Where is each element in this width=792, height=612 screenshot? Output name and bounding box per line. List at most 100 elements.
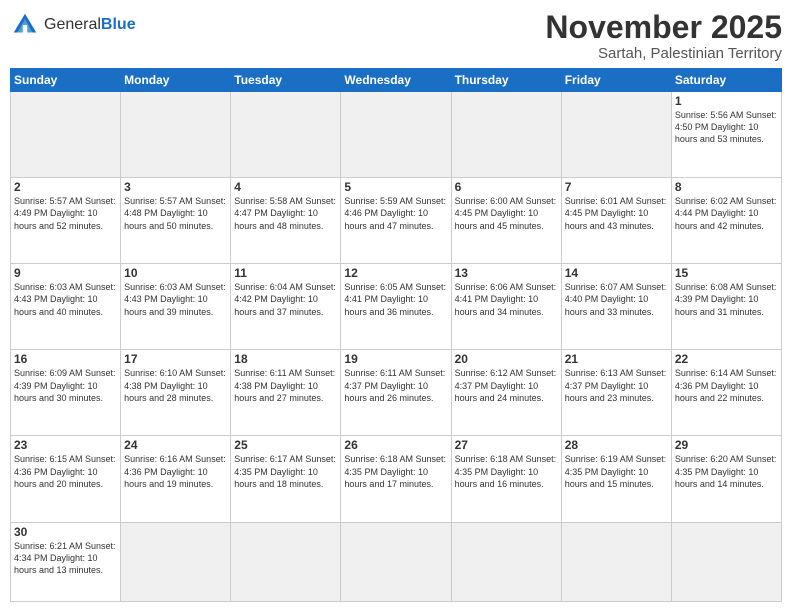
header-wednesday: Wednesday <box>341 69 451 92</box>
table-row: 5Sunrise: 5:59 AM Sunset: 4:46 PM Daylig… <box>341 178 451 264</box>
header-sunday: Sunday <box>11 69 121 92</box>
day-info: Sunrise: 6:05 AM Sunset: 4:41 PM Dayligh… <box>344 281 447 317</box>
day-number: 21 <box>565 352 668 366</box>
table-row <box>671 522 781 602</box>
calendar-table: Sunday Monday Tuesday Wednesday Thursday… <box>10 68 782 602</box>
weekday-header-row: Sunday Monday Tuesday Wednesday Thursday… <box>11 69 782 92</box>
day-info: Sunrise: 6:11 AM Sunset: 4:37 PM Dayligh… <box>344 367 447 403</box>
table-row <box>451 522 561 602</box>
table-row: 20Sunrise: 6:12 AM Sunset: 4:37 PM Dayli… <box>451 350 561 436</box>
day-info: Sunrise: 6:01 AM Sunset: 4:45 PM Dayligh… <box>565 195 668 231</box>
table-row: 28Sunrise: 6:19 AM Sunset: 4:35 PM Dayli… <box>561 436 671 522</box>
day-info: Sunrise: 6:18 AM Sunset: 4:35 PM Dayligh… <box>455 453 558 489</box>
day-number: 27 <box>455 438 558 452</box>
day-number: 11 <box>234 266 337 280</box>
page: GeneralBlue November 2025 Sartah, Palest… <box>0 0 792 612</box>
header: GeneralBlue November 2025 Sartah, Palest… <box>10 10 782 62</box>
table-row: 7Sunrise: 6:01 AM Sunset: 4:45 PM Daylig… <box>561 178 671 264</box>
table-row <box>451 92 561 178</box>
table-row: 14Sunrise: 6:07 AM Sunset: 4:40 PM Dayli… <box>561 264 671 350</box>
day-info: Sunrise: 6:20 AM Sunset: 4:35 PM Dayligh… <box>675 453 778 489</box>
table-row: 6Sunrise: 6:00 AM Sunset: 4:45 PM Daylig… <box>451 178 561 264</box>
day-number: 15 <box>675 266 778 280</box>
title-section: November 2025 Sartah, Palestinian Territ… <box>545 10 782 62</box>
day-info: Sunrise: 6:13 AM Sunset: 4:37 PM Dayligh… <box>565 367 668 403</box>
day-info: Sunrise: 5:57 AM Sunset: 4:49 PM Dayligh… <box>14 195 117 231</box>
day-info: Sunrise: 6:15 AM Sunset: 4:36 PM Dayligh… <box>14 453 117 489</box>
day-number: 3 <box>124 180 227 194</box>
day-info: Sunrise: 6:03 AM Sunset: 4:43 PM Dayligh… <box>124 281 227 317</box>
day-number: 10 <box>124 266 227 280</box>
table-row: 26Sunrise: 6:18 AM Sunset: 4:35 PM Dayli… <box>341 436 451 522</box>
header-thursday: Thursday <box>451 69 561 92</box>
day-info: Sunrise: 6:11 AM Sunset: 4:38 PM Dayligh… <box>234 367 337 403</box>
day-number: 24 <box>124 438 227 452</box>
day-number: 2 <box>14 180 117 194</box>
month-title: November 2025 <box>545 10 782 45</box>
header-monday: Monday <box>121 69 231 92</box>
day-number: 22 <box>675 352 778 366</box>
day-number: 20 <box>455 352 558 366</box>
table-row: 22Sunrise: 6:14 AM Sunset: 4:36 PM Dayli… <box>671 350 781 436</box>
day-info: Sunrise: 6:07 AM Sunset: 4:40 PM Dayligh… <box>565 281 668 317</box>
table-row: 13Sunrise: 6:06 AM Sunset: 4:41 PM Dayli… <box>451 264 561 350</box>
day-info: Sunrise: 6:16 AM Sunset: 4:36 PM Dayligh… <box>124 453 227 489</box>
table-row <box>121 92 231 178</box>
table-row <box>561 92 671 178</box>
table-row: 21Sunrise: 6:13 AM Sunset: 4:37 PM Dayli… <box>561 350 671 436</box>
day-info: Sunrise: 5:56 AM Sunset: 4:50 PM Dayligh… <box>675 109 778 145</box>
table-row <box>11 92 121 178</box>
day-number: 19 <box>344 352 447 366</box>
day-number: 6 <box>455 180 558 194</box>
logo-icon <box>10 10 40 40</box>
day-number: 23 <box>14 438 117 452</box>
day-number: 28 <box>565 438 668 452</box>
table-row: 2Sunrise: 5:57 AM Sunset: 4:49 PM Daylig… <box>11 178 121 264</box>
subtitle: Sartah, Palestinian Territory <box>545 45 782 62</box>
day-info: Sunrise: 5:58 AM Sunset: 4:47 PM Dayligh… <box>234 195 337 231</box>
day-number: 9 <box>14 266 117 280</box>
day-info: Sunrise: 5:57 AM Sunset: 4:48 PM Dayligh… <box>124 195 227 231</box>
table-row: 8Sunrise: 6:02 AM Sunset: 4:44 PM Daylig… <box>671 178 781 264</box>
table-row: 25Sunrise: 6:17 AM Sunset: 4:35 PM Dayli… <box>231 436 341 522</box>
day-info: Sunrise: 6:14 AM Sunset: 4:36 PM Dayligh… <box>675 367 778 403</box>
day-number: 4 <box>234 180 337 194</box>
day-number: 25 <box>234 438 337 452</box>
logo: GeneralBlue <box>10 10 136 40</box>
table-row: 16Sunrise: 6:09 AM Sunset: 4:39 PM Dayli… <box>11 350 121 436</box>
day-info: Sunrise: 6:21 AM Sunset: 4:34 PM Dayligh… <box>14 540 117 576</box>
day-number: 7 <box>565 180 668 194</box>
day-number: 14 <box>565 266 668 280</box>
table-row: 9Sunrise: 6:03 AM Sunset: 4:43 PM Daylig… <box>11 264 121 350</box>
table-row: 3Sunrise: 5:57 AM Sunset: 4:48 PM Daylig… <box>121 178 231 264</box>
logo-text: GeneralBlue <box>44 16 136 34</box>
table-row <box>561 522 671 602</box>
table-row: 12Sunrise: 6:05 AM Sunset: 4:41 PM Dayli… <box>341 264 451 350</box>
table-row: 23Sunrise: 6:15 AM Sunset: 4:36 PM Dayli… <box>11 436 121 522</box>
table-row <box>121 522 231 602</box>
header-saturday: Saturday <box>671 69 781 92</box>
table-row: 30Sunrise: 6:21 AM Sunset: 4:34 PM Dayli… <box>11 522 121 602</box>
day-info: Sunrise: 6:18 AM Sunset: 4:35 PM Dayligh… <box>344 453 447 489</box>
table-row <box>231 92 341 178</box>
table-row <box>341 92 451 178</box>
day-info: Sunrise: 6:09 AM Sunset: 4:39 PM Dayligh… <box>14 367 117 403</box>
day-number: 29 <box>675 438 778 452</box>
table-row: 1Sunrise: 5:56 AM Sunset: 4:50 PM Daylig… <box>671 92 781 178</box>
day-number: 13 <box>455 266 558 280</box>
day-number: 17 <box>124 352 227 366</box>
day-info: Sunrise: 6:10 AM Sunset: 4:38 PM Dayligh… <box>124 367 227 403</box>
table-row: 11Sunrise: 6:04 AM Sunset: 4:42 PM Dayli… <box>231 264 341 350</box>
table-row: 24Sunrise: 6:16 AM Sunset: 4:36 PM Dayli… <box>121 436 231 522</box>
table-row: 29Sunrise: 6:20 AM Sunset: 4:35 PM Dayli… <box>671 436 781 522</box>
header-tuesday: Tuesday <box>231 69 341 92</box>
day-info: Sunrise: 6:03 AM Sunset: 4:43 PM Dayligh… <box>14 281 117 317</box>
table-row: 19Sunrise: 6:11 AM Sunset: 4:37 PM Dayli… <box>341 350 451 436</box>
table-row: 17Sunrise: 6:10 AM Sunset: 4:38 PM Dayli… <box>121 350 231 436</box>
table-row <box>231 522 341 602</box>
table-row: 27Sunrise: 6:18 AM Sunset: 4:35 PM Dayli… <box>451 436 561 522</box>
day-number: 30 <box>14 525 117 539</box>
table-row: 15Sunrise: 6:08 AM Sunset: 4:39 PM Dayli… <box>671 264 781 350</box>
day-info: Sunrise: 6:12 AM Sunset: 4:37 PM Dayligh… <box>455 367 558 403</box>
day-info: Sunrise: 6:17 AM Sunset: 4:35 PM Dayligh… <box>234 453 337 489</box>
